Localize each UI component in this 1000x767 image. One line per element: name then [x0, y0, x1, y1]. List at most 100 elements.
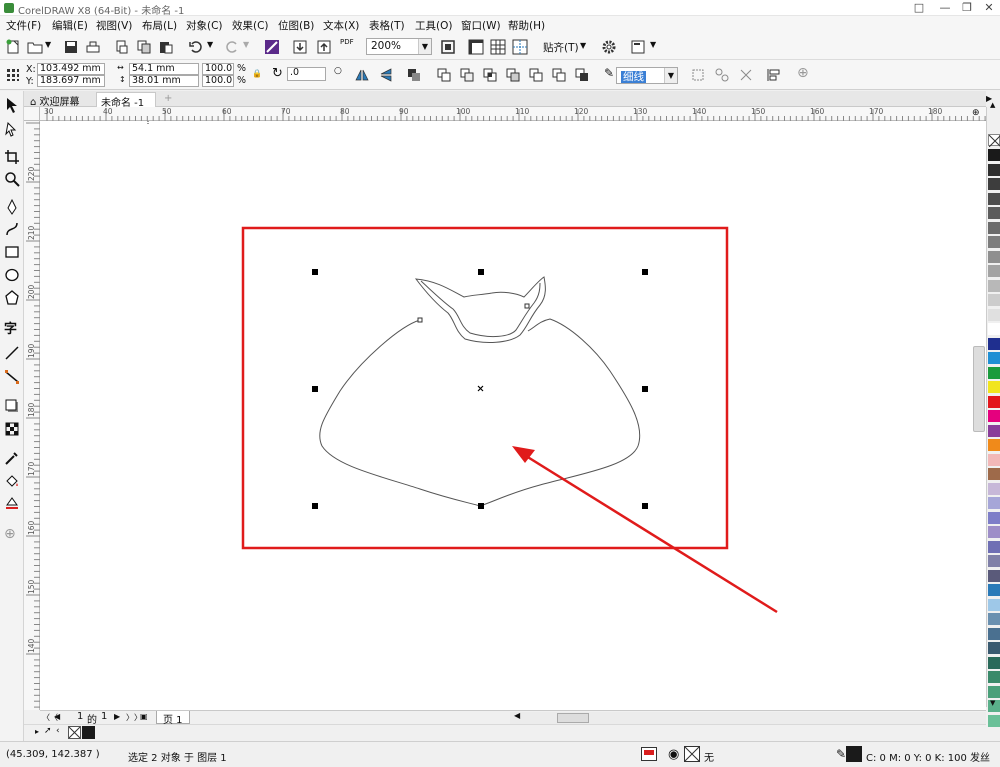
- palette-swatch[interactable]: [988, 685, 1000, 698]
- export-icon[interactable]: [316, 39, 332, 55]
- snap-dropdown-icon[interactable]: ▼: [580, 41, 586, 50]
- x-position-input[interactable]: 103.492 mm: [37, 63, 105, 75]
- guidelines-icon[interactable]: [512, 39, 528, 55]
- outline-color-swatch[interactable]: [846, 746, 862, 762]
- palette-swatch[interactable]: [988, 178, 1000, 190]
- shape-tool-icon[interactable]: [4, 121, 22, 139]
- palette-swatch[interactable]: [988, 511, 1000, 524]
- redo-dropdown-icon[interactable]: ▼: [243, 40, 249, 49]
- palette-swatch[interactable]: [988, 323, 1000, 335]
- palette-swatch[interactable]: [988, 540, 1000, 553]
- ruler-origin-icon[interactable]: [24, 107, 40, 121]
- menu-object[interactable]: 对象(C): [186, 18, 223, 33]
- handle-bottom-right[interactable]: [642, 503, 648, 509]
- palette-swatch[interactable]: [988, 468, 1000, 480]
- snap-to-menu[interactable]: 贴齐(T): [543, 40, 579, 55]
- weld-icon[interactable]: [436, 67, 452, 83]
- y-position-input[interactable]: 183.697 mm: [37, 75, 105, 87]
- palette-swatch[interactable]: [988, 569, 1000, 582]
- palette-swatch[interactable]: [988, 207, 1000, 219]
- restore-button[interactable]: ❐: [956, 0, 978, 16]
- print-icon[interactable]: [85, 39, 101, 55]
- lock-ratio-icon[interactable]: 🔒: [252, 69, 262, 78]
- polygon-tool-icon[interactable]: [4, 290, 22, 308]
- parallel-dimension-icon[interactable]: [4, 345, 22, 363]
- handle-top-right[interactable]: [642, 269, 648, 275]
- fill-none-swatch[interactable]: [684, 746, 700, 762]
- rotation-angle-input[interactable]: .0: [287, 67, 326, 81]
- front-minus-back-icon[interactable]: [528, 67, 544, 83]
- docpalette-eyedropper-icon[interactable]: ➚: [44, 726, 52, 736]
- collar-outline[interactable]: [414, 276, 546, 343]
- menu-text[interactable]: 文本(X): [323, 18, 359, 33]
- outline-width-dropdown[interactable]: 细线 ▼: [616, 67, 678, 84]
- zoom-tool-icon[interactable]: [4, 171, 22, 189]
- palette-swatch[interactable]: [988, 526, 1000, 538]
- new-document-icon[interactable]: [5, 39, 21, 55]
- menu-file[interactable]: 文件(F): [6, 18, 41, 33]
- back-minus-front-icon[interactable]: [551, 67, 567, 83]
- connector-tool-icon[interactable]: [4, 369, 22, 387]
- palette-swatch[interactable]: [988, 337, 1000, 350]
- vertical-ruler[interactable]: 220 210 200 190 180 170 160 150 140: [24, 121, 40, 710]
- combine-icon[interactable]: [738, 67, 754, 83]
- menu-view[interactable]: 视图(V): [96, 18, 132, 33]
- full-screen-icon[interactable]: [440, 39, 456, 55]
- fill-bucket-icon[interactable]: ◉: [668, 747, 679, 762]
- scroll-left-icon[interactable]: ◀: [514, 711, 520, 720]
- palette-swatch[interactable]: [988, 627, 1000, 640]
- palette-swatch[interactable]: [988, 642, 1000, 654]
- palette-swatch[interactable]: [988, 439, 1000, 451]
- handle-bottom-left[interactable]: [312, 503, 318, 509]
- pick-tool-icon[interactable]: [4, 97, 22, 115]
- docpalette-black-swatch[interactable]: [82, 726, 95, 739]
- save-icon[interactable]: [63, 39, 79, 55]
- handle-top-middle[interactable]: [478, 269, 484, 275]
- palette-swatch[interactable]: [988, 265, 1000, 277]
- palette-swatch[interactable]: [988, 482, 1000, 495]
- palette-swatch[interactable]: [988, 149, 1000, 161]
- palette-swatch[interactable]: [988, 453, 1000, 466]
- vertical-scrollbar-thumb[interactable]: [973, 346, 985, 432]
- palette-swatch[interactable]: [988, 236, 1000, 248]
- smart-fill-icon[interactable]: [4, 495, 22, 513]
- crop-tool-icon[interactable]: [4, 149, 22, 167]
- docpalette-no-color-swatch[interactable]: [68, 726, 81, 739]
- add-tool-icon[interactable]: ⊕: [4, 526, 22, 544]
- trim-icon[interactable]: [459, 67, 475, 83]
- previous-page-icon[interactable]: ◀: [54, 712, 60, 721]
- add-plus-icon[interactable]: ⊕: [797, 65, 809, 81]
- convert-to-curves-icon[interactable]: [690, 67, 706, 83]
- account-icon[interactable]: □: [908, 0, 930, 16]
- eyedropper-icon[interactable]: [4, 450, 22, 468]
- palette-scroll-down-icon[interactable]: ▼: [990, 699, 995, 707]
- undo-dropdown-icon[interactable]: ▼: [207, 40, 213, 49]
- cut-icon[interactable]: [114, 39, 130, 55]
- options-gear-icon[interactable]: [601, 39, 617, 55]
- handle-bottom-middle[interactable]: [478, 503, 484, 509]
- palette-swatch[interactable]: [988, 308, 1000, 321]
- app-launcher-icon[interactable]: [630, 39, 646, 55]
- docpalette-expand-icon[interactable]: ▸: [35, 727, 39, 736]
- docpalette-scroll-icon[interactable]: ‹: [56, 726, 60, 736]
- handle-middle-left[interactable]: [312, 386, 318, 392]
- pdf-export-icon[interactable]: PDF: [340, 38, 354, 46]
- handle-middle-right[interactable]: [642, 386, 648, 392]
- add-tab-icon[interactable]: +: [160, 92, 172, 107]
- open-folder-icon[interactable]: [27, 39, 43, 55]
- undo-icon[interactable]: [188, 39, 204, 55]
- close-button[interactable]: ✕: [978, 0, 1000, 16]
- palette-swatch[interactable]: [988, 424, 1000, 437]
- palette-swatch[interactable]: [988, 671, 1000, 683]
- palette-swatch[interactable]: [988, 584, 1000, 596]
- horizontal-ruler[interactable]: 30 40 50 60 70 80 90 100 110 120 130 140…: [40, 107, 986, 121]
- palette-swatch[interactable]: [988, 395, 1000, 408]
- rectangle-tool-icon[interactable]: [4, 244, 22, 262]
- node-handle[interactable]: [524, 303, 530, 309]
- menu-bitmaps[interactable]: 位图(B): [278, 18, 314, 33]
- tab-welcome-screen[interactable]: ⌂ 欢迎屏幕: [26, 92, 96, 108]
- palette-swatch[interactable]: [988, 613, 1000, 625]
- palette-swatch[interactable]: [988, 381, 1000, 393]
- menu-table[interactable]: 表格(T): [369, 18, 405, 33]
- freehand-tool-icon[interactable]: [4, 198, 22, 217]
